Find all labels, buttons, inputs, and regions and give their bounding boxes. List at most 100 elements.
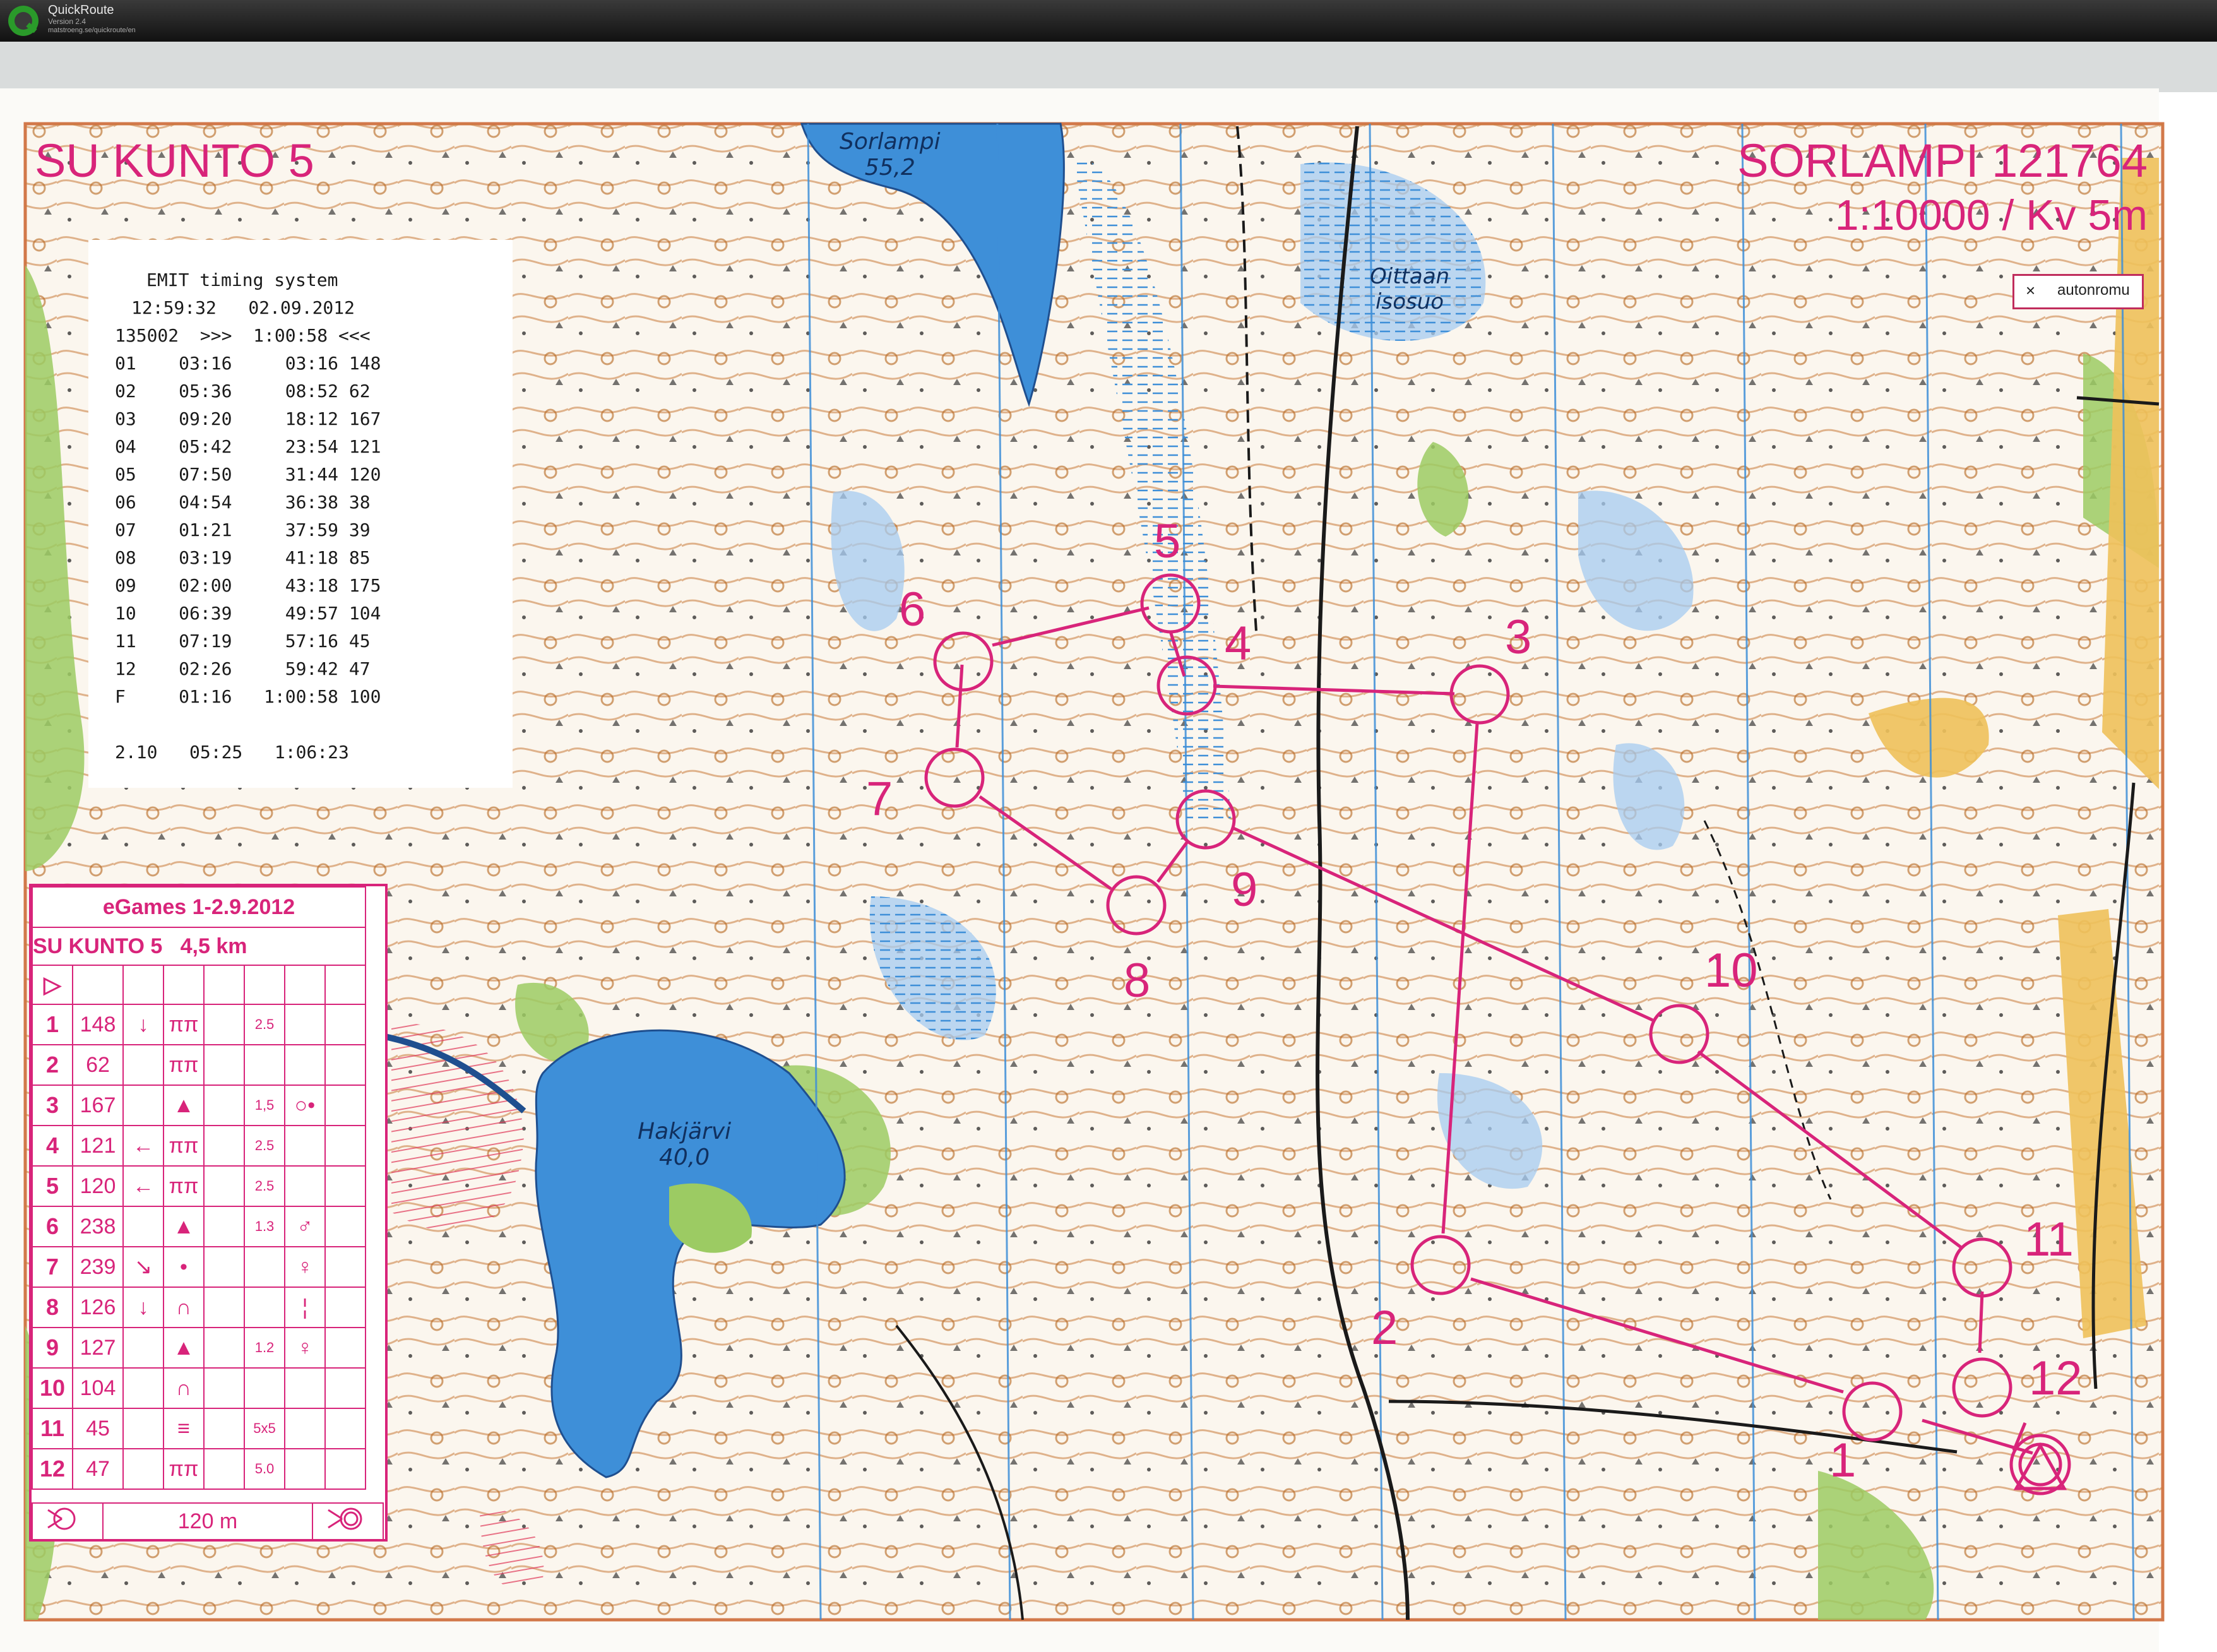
legend-box: × autonromu (2012, 274, 2144, 309)
direction-icon: ↓ (122, 1004, 164, 1045)
course-header: SU KUNTO 5 4,5 km (32, 927, 366, 966)
control-row-10: 10 104 ∩ (32, 1367, 366, 1409)
direction-icon (122, 1327, 164, 1369)
timing-footer: 2.10 05:25 1:06:23 (115, 742, 349, 763)
map-scale-label: 1:10000 / Kv 5m (1834, 191, 2148, 239)
control-number: 10 (32, 1367, 73, 1409)
legend-label: autonromu (2057, 282, 2130, 299)
timing-row: 07 01:21 37:59 39 (115, 520, 371, 540)
finish-row-table: 120 m (32, 1502, 384, 1540)
feature-icon: ▲ (163, 1084, 205, 1126)
feature-icon: ππ (163, 1044, 205, 1086)
timing-timestamp: 12:59:32 02.09.2012 (131, 297, 355, 318)
control-number: 9 (32, 1327, 73, 1369)
control-label-11: 11 (2024, 1213, 2074, 1266)
control-number: 5 (32, 1165, 73, 1207)
lake-name: Sorlampi (840, 129, 941, 155)
detail-icon (284, 1448, 326, 1490)
timing-row: 12 02:26 59:42 47 (115, 658, 371, 679)
feature-icon: ≡ (163, 1408, 205, 1449)
direction-icon (122, 1206, 164, 1247)
control-number: 7 (32, 1246, 73, 1288)
dimension-value (244, 1287, 285, 1328)
control-row-1: 1 148 ↓ ππ 2.5 (32, 1004, 366, 1045)
control-label-12: 12 (2029, 1352, 2083, 1405)
detail-icon (284, 1044, 326, 1086)
control-code: 148 (72, 1004, 124, 1045)
direction-icon: ← (122, 1125, 164, 1167)
control-row-6: 6 238 ▲ 1.3 ♂ (32, 1206, 366, 1247)
dimension-value: 2.5 (244, 1125, 285, 1167)
finish-distance: 120 m (102, 1502, 313, 1540)
control-row-7: 7 239 ↘ • ♀ (32, 1246, 366, 1288)
control-number: 11 (32, 1408, 73, 1449)
timing-row: F 01:16 1:00:58 100 (115, 686, 381, 707)
lake-label-oittaan: Oittaan isosuo (1370, 264, 1449, 314)
detail-icon: ♀ (284, 1327, 326, 1369)
course-name-label: SU KUNTO 5 (35, 134, 314, 187)
direction-icon (122, 1448, 164, 1490)
control-code: 239 (72, 1246, 124, 1288)
dimension-value: 1.2 (244, 1327, 285, 1369)
control-code: 104 (72, 1367, 124, 1409)
control-row-2: 2 62 ππ (32, 1044, 366, 1086)
finish-circle-icon (312, 1502, 384, 1540)
control-row-4: 4 121 ← ππ 2.5 (32, 1125, 366, 1167)
control-number: 12 (32, 1448, 73, 1490)
control-label-7: 7 (866, 772, 893, 826)
course-name: SU KUNTO 5 (33, 934, 163, 958)
control-number: 3 (32, 1084, 73, 1126)
detail-icon: ♀ (284, 1246, 326, 1288)
control-number: 2 (32, 1044, 73, 1086)
feature-icon: ▲ (163, 1327, 205, 1369)
timing-row: 02 05:36 08:52 62 (115, 381, 371, 401)
course-length: 4,5 km (180, 934, 247, 958)
timing-row: 01 03:16 03:16 148 (115, 353, 381, 374)
dimension-value: 5.0 (244, 1448, 285, 1490)
dimension-value: 1,5 (244, 1084, 285, 1126)
feature-icon: ▲ (163, 1206, 205, 1247)
control-row-3: 3 167 ▲ 1,5 ○• (32, 1084, 366, 1126)
timing-row: 09 02:00 43:18 175 (115, 575, 381, 596)
control-label-5: 5 (1154, 514, 1181, 568)
control-row-9: 9 127 ▲ 1.2 ♀ (32, 1327, 366, 1369)
finish-start-icon (32, 1502, 104, 1540)
direction-icon (122, 1044, 164, 1086)
emit-timing-printout: EMIT timing system 12:59:32 02.09.2012 1… (88, 240, 513, 788)
timing-row: 08 03:19 41:18 85 (115, 547, 371, 568)
dimension-value: 2.5 (244, 1165, 285, 1207)
start-symbol-icon: ▷ (32, 965, 73, 1005)
dimension-value: 5x5 (244, 1408, 285, 1449)
feature-icon: ππ (163, 1165, 205, 1207)
control-code: 62 (72, 1044, 124, 1086)
timing-row: 06 04:54 36:38 38 (115, 492, 371, 513)
control-label-10: 10 (1704, 944, 1758, 997)
direction-icon: ← (122, 1165, 164, 1207)
control-number: 1 (32, 1004, 73, 1045)
direction-icon (122, 1367, 164, 1409)
car-wreck-icon: × (2026, 281, 2036, 300)
control-code: 127 (72, 1327, 124, 1369)
feature-icon: ∩ (163, 1287, 205, 1328)
timing-summary: 135002 >>> 1:00:58 <<< (115, 325, 371, 346)
detail-icon (284, 1004, 326, 1045)
control-number: 6 (32, 1206, 73, 1247)
control-code: 167 (72, 1084, 124, 1126)
direction-icon: ↓ (122, 1287, 164, 1328)
control-label-6: 6 (899, 583, 926, 636)
control-code: 45 (72, 1408, 124, 1449)
control-row-5: 5 120 ← ππ 2.5 (32, 1165, 366, 1207)
timing-row: 04 05:42 23:54 121 (115, 436, 381, 457)
control-code: 126 (72, 1287, 124, 1328)
marsh-subname: isosuo (1376, 289, 1444, 314)
detail-icon: ○• (284, 1084, 326, 1126)
event-title: eGames 1-2.9.2012 (32, 886, 366, 928)
timing-row: 10 06:39 49:57 104 (115, 603, 381, 624)
detail-icon (284, 1165, 326, 1207)
control-label-8: 8 (1124, 954, 1151, 1007)
control-label-4: 4 (1225, 617, 1252, 670)
dimension-value (244, 1367, 285, 1409)
dimension-value (244, 1246, 285, 1288)
dimension-value: 1.3 (244, 1206, 285, 1247)
lake-label-sorlampi: Sorlampi 55,2 (840, 129, 941, 181)
